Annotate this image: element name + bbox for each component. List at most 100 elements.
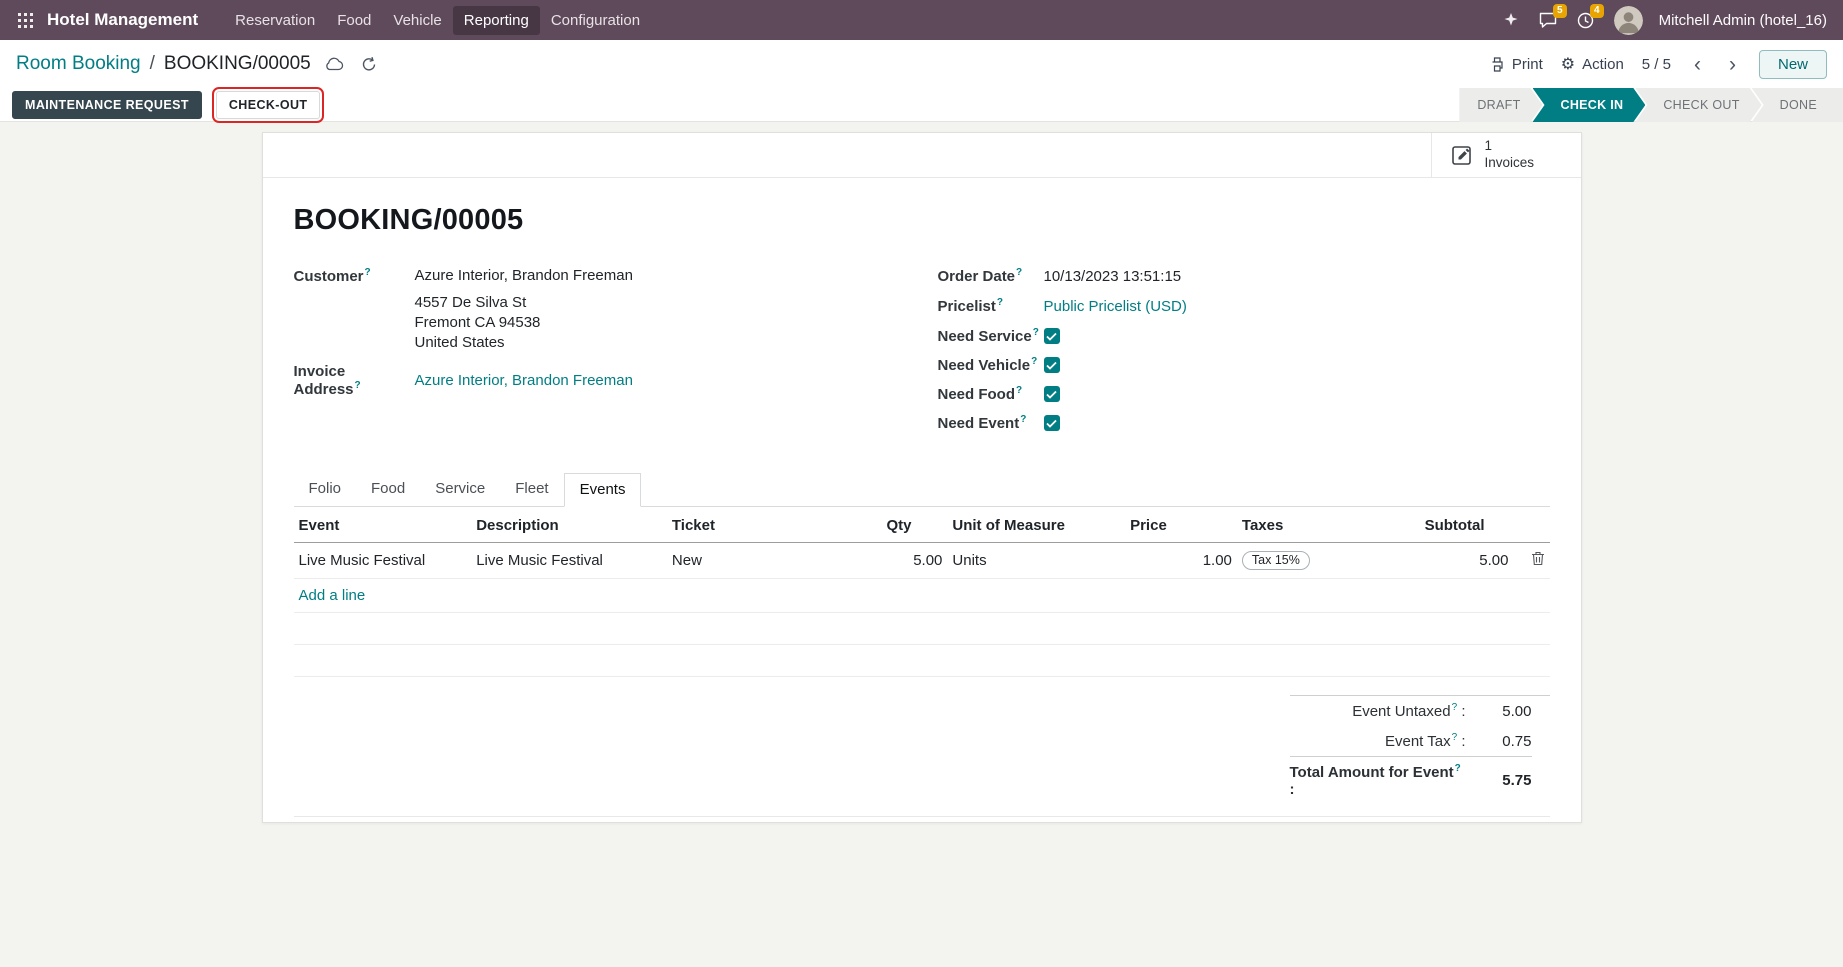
need-service-checkbox[interactable] <box>1044 328 1060 344</box>
tax-tag[interactable]: Tax 15% <box>1242 551 1310 570</box>
state-check-in[interactable]: CHECK IN <box>1533 88 1646 122</box>
field-group: Customer? Azure Interior, Brandon Freema… <box>294 267 1550 459</box>
table-header-row: Event Description Ticket Qty Unit of Mea… <box>294 507 1550 543</box>
activities-clock-icon[interactable]: 4 <box>1571 8 1600 33</box>
pager-next-icon[interactable]: › <box>1724 54 1741 75</box>
nav-menu-reservation[interactable]: Reservation <box>224 6 326 35</box>
check-icon <box>1046 419 1057 428</box>
breadcrumb-current: BOOKING/00005 <box>164 53 311 75</box>
user-menu[interactable]: Mitchell Admin (hotel_16) <box>1659 12 1827 29</box>
cell-qty[interactable]: 5.00 <box>881 543 947 579</box>
need-vehicle-checkbox[interactable] <box>1044 357 1060 373</box>
systray: 5 4 Mitchell Admin (hotel_16) <box>1497 6 1831 35</box>
breadcrumb: Room Booking / BOOKING/00005 <box>16 53 381 75</box>
state-draft[interactable]: DRAFT <box>1459 88 1542 122</box>
print-button[interactable]: Print <box>1489 56 1543 73</box>
messages-icon[interactable]: 5 <box>1533 8 1563 32</box>
column-header-event[interactable]: Event <box>294 507 472 543</box>
order-date-value[interactable]: 10/13/2023 13:51:15 <box>1044 268 1182 285</box>
apps-grid-icon[interactable] <box>12 7 39 34</box>
column-header-uom[interactable]: Unit of Measure <box>947 507 1125 543</box>
column-header-ticket[interactable]: Ticket <box>667 507 882 543</box>
add-line-row: Add a line <box>294 579 1550 613</box>
customer-value[interactable]: Azure Interior, Brandon Freeman <box>415 267 633 284</box>
need-food-label: Need Food? <box>938 385 1044 403</box>
breadcrumb-parent-link[interactable]: Room Booking <box>16 53 141 75</box>
help-marker: ? <box>1016 385 1022 396</box>
discard-undo-icon[interactable] <box>357 54 381 74</box>
cell-uom[interactable]: Units <box>947 543 1125 579</box>
table-row[interactable]: Live Music Festival Live Music Festival … <box>294 543 1550 579</box>
total-row-grand: Total Amount for Event? : 5.75 <box>1290 756 1532 804</box>
invoice-address-link[interactable]: Azure Interior, Brandon Freeman <box>415 372 633 389</box>
pager-previous-icon[interactable]: ‹ <box>1689 54 1706 75</box>
need-vehicle-label: Need Vehicle? <box>938 356 1044 374</box>
hotel-management-app: Hotel Management Reservation Food Vehicl… <box>0 0 1843 967</box>
state-check-out[interactable]: CHECK OUT <box>1635 88 1761 122</box>
save-cloud-icon[interactable] <box>320 55 348 73</box>
event-totals: Event Untaxed? : 5.00 Event Tax? : 0.75 … <box>1290 695 1550 804</box>
events-table: Event Description Ticket Qty Unit of Mea… <box>294 507 1550 677</box>
need-food-checkbox[interactable] <box>1044 386 1060 402</box>
cell-event[interactable]: Live Music Festival <box>294 543 472 579</box>
nav-menu-vehicle[interactable]: Vehicle <box>382 6 452 35</box>
messages-badge: 5 <box>1553 4 1567 18</box>
tab-service[interactable]: Service <box>420 473 500 507</box>
need-event-label: Need Event? <box>938 414 1044 432</box>
column-header-price[interactable]: Price <box>1125 507 1237 543</box>
booking-sheet: 1 Invoices BOOKING/00005 Customer? Azure… <box>262 132 1582 823</box>
column-header-description[interactable]: Description <box>471 507 667 543</box>
edit-pencil-icon <box>1450 143 1474 167</box>
cell-description[interactable]: Live Music Festival <box>471 543 667 579</box>
tab-events[interactable]: Events <box>564 473 642 507</box>
help-marker: ? <box>1455 763 1461 774</box>
total-row-untaxed: Event Untaxed? : 5.00 <box>1290 696 1532 726</box>
column-header-taxes[interactable]: Taxes <box>1237 507 1420 543</box>
cell-subtotal: 5.00 <box>1420 543 1514 579</box>
pricelist-link[interactable]: Public Pricelist (USD) <box>1044 298 1187 315</box>
maintenance-request-button[interactable]: MAINTENANCE REQUEST <box>12 91 202 119</box>
status-pipeline: DRAFT CHECK IN CHECK OUT DONE <box>1459 88 1843 122</box>
column-header-qty[interactable]: Qty <box>881 507 947 543</box>
address-line: Fremont CA 94538 <box>415 313 938 333</box>
new-button[interactable]: New <box>1759 50 1827 79</box>
total-row-tax: Event Tax? : 0.75 <box>1290 726 1532 756</box>
action-button[interactable]: ⚙ Action <box>1561 54 1624 74</box>
nav-menu-food[interactable]: Food <box>326 6 382 35</box>
gear-icon: ⚙ <box>1561 54 1575 74</box>
check-out-button[interactable]: CHECK-OUT <box>216 91 321 119</box>
sheet-top-strip: 1 Invoices <box>263 133 1581 178</box>
breadcrumb-separator: / <box>150 53 155 75</box>
star-icon[interactable] <box>1497 8 1525 32</box>
state-done[interactable]: DONE <box>1752 88 1843 122</box>
user-avatar[interactable] <box>1614 6 1643 35</box>
tab-fleet[interactable]: Fleet <box>500 473 563 507</box>
tab-folio[interactable]: Folio <box>294 473 357 507</box>
booking-title: BOOKING/00005 <box>294 204 1550 237</box>
grand-total-amount: 5.75 <box>1480 772 1532 789</box>
customer-address: 4557 De Silva St Fremont CA 94538 United… <box>415 293 938 353</box>
address-line: United States <box>415 333 938 353</box>
cell-ticket[interactable]: New <box>667 543 882 579</box>
tax-amount: 0.75 <box>1480 733 1532 750</box>
column-header-subtotal[interactable]: Subtotal <box>1420 507 1514 543</box>
empty-row <box>294 645 1550 677</box>
pager-counter: 5 / 5 <box>1642 56 1671 73</box>
activities-badge: 4 <box>1590 4 1604 18</box>
need-event-checkbox[interactable] <box>1044 415 1060 431</box>
control-panel: Room Booking / BOOKING/00005 Print ⚙ Act… <box>0 40 1843 88</box>
nav-menu-reporting[interactable]: Reporting <box>453 6 540 35</box>
delete-row-icon[interactable] <box>1531 553 1545 570</box>
help-marker: ? <box>1016 267 1022 278</box>
tab-food[interactable]: Food <box>356 473 420 507</box>
invoices-stat-button[interactable]: 1 Invoices <box>1431 133 1581 177</box>
help-marker: ? <box>1020 414 1026 425</box>
app-title[interactable]: Hotel Management <box>47 10 198 30</box>
totals-separator <box>294 816 1550 817</box>
printer-icon <box>1489 57 1505 72</box>
nav-menu-configuration[interactable]: Configuration <box>540 6 651 35</box>
add-a-line-link[interactable]: Add a line <box>299 587 366 604</box>
cell-price[interactable]: 1.00 <box>1125 543 1237 579</box>
field-column-right: Order Date? 10/13/2023 13:51:15 Pricelis… <box>938 267 1550 459</box>
address-line: 4557 De Silva St <box>415 293 938 313</box>
